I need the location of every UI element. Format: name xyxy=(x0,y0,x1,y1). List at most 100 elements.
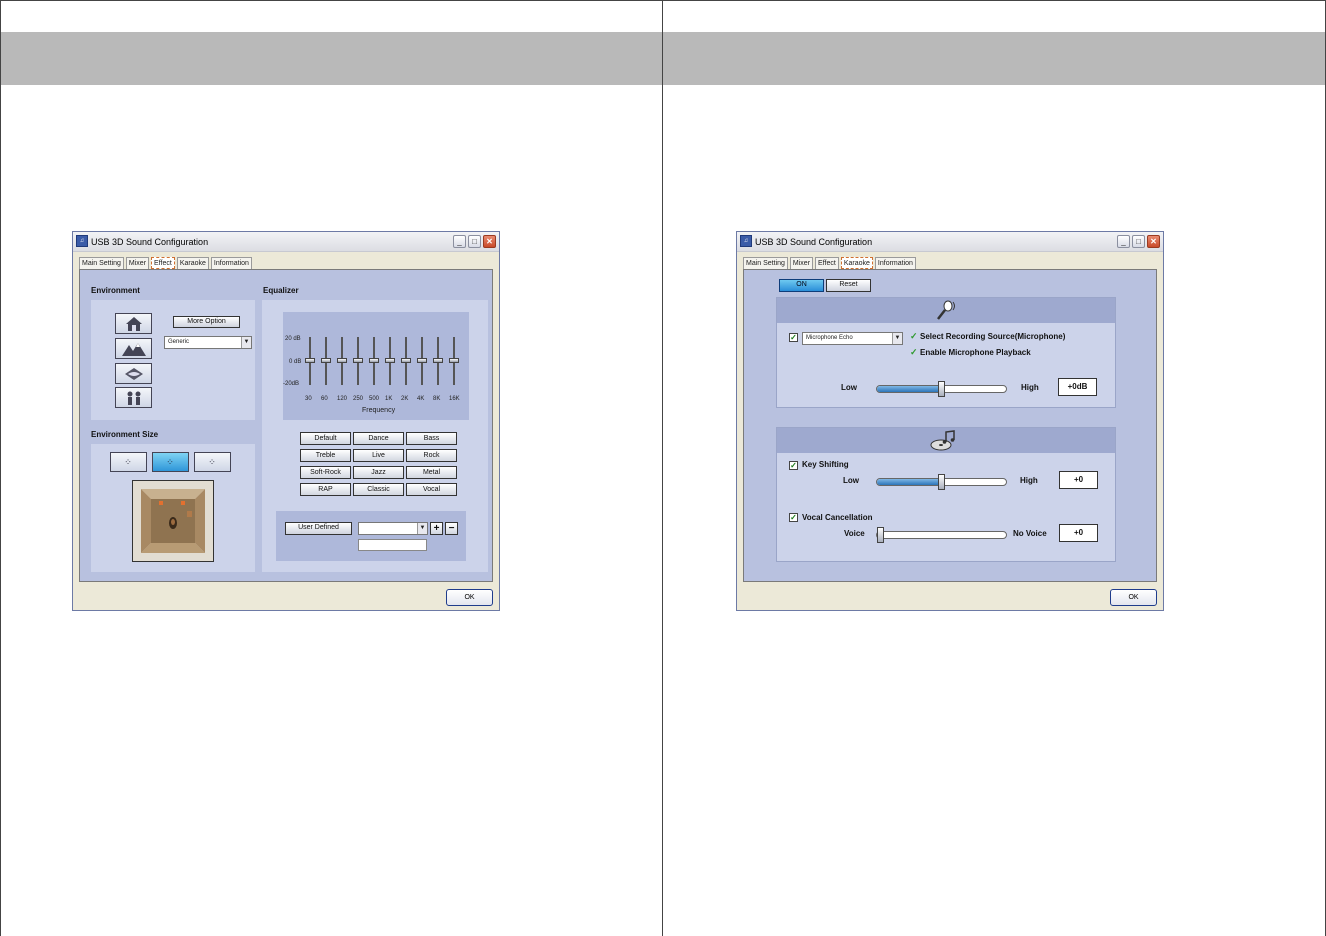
user-preset-select[interactable]: ▼ xyxy=(358,522,428,535)
tab-main-setting[interactable]: Main Setting xyxy=(79,257,124,269)
eq-preset-rap-button[interactable]: RAP xyxy=(300,483,351,496)
room-preview xyxy=(132,480,214,562)
maximize-button[interactable]: □ xyxy=(468,235,481,248)
microphone-echo-select[interactable]: Microphone Echo ▼ xyxy=(802,332,903,345)
eq-slider-4K[interactable] xyxy=(417,358,427,363)
left-page: ♫ USB 3D Sound Configuration _ □ ✕ Main … xyxy=(0,0,663,936)
equalizer-panel: 20 dB 0 dB -20dB 30 60 120 250 500 1K 2K 4K 8K 16… xyxy=(262,300,488,572)
user-defined-button[interactable]: User Defined xyxy=(285,522,352,535)
eq-slider-1K[interactable] xyxy=(385,358,395,363)
eq-preset-jazz-button[interactable]: Jazz xyxy=(353,466,404,479)
music-cd-icon xyxy=(930,430,955,451)
room-size-large-button[interactable]: ⁘ xyxy=(194,452,231,472)
tab-information[interactable]: Information xyxy=(874,257,916,269)
eq-preset-classic-button[interactable]: Classic xyxy=(353,483,404,496)
minimize-icon: _ xyxy=(1121,237,1126,246)
underwater-icon xyxy=(124,368,143,380)
ok-button[interactable]: OK xyxy=(446,589,493,606)
db-label-mid: 0 dB xyxy=(289,359,302,365)
eq-frequency-label: 250 xyxy=(353,396,364,402)
maximize-button[interactable]: □ xyxy=(1132,235,1145,248)
eq-preset-treble-button[interactable]: Treble xyxy=(300,449,351,462)
arrows-medium-icon: ⁘ xyxy=(166,457,175,467)
eq-preset-metal-button[interactable]: Metal xyxy=(406,466,457,479)
tab-karaoke[interactable]: Karaoke xyxy=(840,257,873,269)
eq-slider-16K[interactable] xyxy=(449,358,459,363)
tab-karaoke[interactable]: Karaoke xyxy=(176,257,209,269)
close-button[interactable]: ✕ xyxy=(483,235,496,248)
eq-preset-bass-button[interactable]: Bass xyxy=(406,432,457,445)
environment-preset-select[interactable]: Generic ▼ xyxy=(164,336,252,349)
eq-preset-default-button[interactable]: Default xyxy=(300,432,351,445)
vocal-cancellation-slider[interactable] xyxy=(876,527,1007,543)
microphone-panel: ✓ Microphone Echo ▼ ✓ Select Recording S… xyxy=(776,297,1116,408)
eq-preset-soft-rock-button[interactable]: Soft-Rock xyxy=(300,466,351,479)
frequency-axis-label: Frequency xyxy=(362,407,396,414)
tab-mixer[interactable]: Mixer xyxy=(789,257,814,269)
title-bar[interactable]: ♫ USB 3D Sound Configuration _ □ ✕ xyxy=(73,232,499,252)
select-recording-source-label: Select Recording Source(Microphone) xyxy=(920,332,1066,341)
eq-frequency-label: 30 xyxy=(305,396,312,402)
eq-preset-live-button[interactable]: Live xyxy=(353,449,404,462)
tab-strip: Main Setting Mixer Effect Karaoke Inform… xyxy=(79,257,254,269)
slider-knob[interactable] xyxy=(938,381,945,397)
minimize-icon: _ xyxy=(457,237,462,246)
minimize-button[interactable]: _ xyxy=(1117,235,1130,248)
chevron-down-icon: ▼ xyxy=(892,333,902,344)
tab-information[interactable]: Information xyxy=(210,257,252,269)
eq-preset-vocal-button[interactable]: Vocal xyxy=(406,483,457,496)
microphone-echo-value: Microphone Echo xyxy=(806,335,853,341)
room-size-small-button[interactable]: ⁘ xyxy=(110,452,147,472)
maximize-icon: □ xyxy=(1136,237,1141,246)
eq-frequency-label: 120 xyxy=(337,396,348,402)
eq-slider-250[interactable] xyxy=(353,358,363,363)
eq-slider-500[interactable] xyxy=(369,358,379,363)
eq-slider-2K[interactable] xyxy=(401,358,411,363)
check-icon: ✓ xyxy=(910,331,918,341)
music-panel: ✓ Key Shifting Low High +0 ✓ Vocal Cance… xyxy=(776,427,1116,562)
karaoke-reset-button[interactable]: Reset xyxy=(826,279,871,292)
more-option-button[interactable]: More Option xyxy=(173,316,240,328)
remove-preset-button[interactable]: − xyxy=(445,522,458,535)
ok-button[interactable]: OK xyxy=(1110,589,1157,606)
add-preset-button[interactable]: + xyxy=(430,522,443,535)
environment-label: Environment xyxy=(91,286,140,295)
key-shifting-checkbox[interactable]: ✓ xyxy=(789,461,798,470)
tab-effect[interactable]: Effect xyxy=(815,257,839,269)
preset-name-input[interactable] xyxy=(358,539,427,551)
key-shifting-slider[interactable] xyxy=(876,474,1007,490)
tab-strip: Main Setting Mixer Effect Karaoke Inform… xyxy=(743,257,918,269)
mic-echo-value-box: +0dB xyxy=(1058,378,1097,396)
environment-mountains-button[interactable] xyxy=(115,338,152,359)
tab-main-setting[interactable]: Main Setting xyxy=(743,257,788,269)
title-bar[interactable]: ♫ USB 3D Sound Configuration _ □ ✕ xyxy=(737,232,1163,252)
vocal-cancellation-checkbox[interactable]: ✓ xyxy=(789,513,798,522)
mic-high-label: High xyxy=(1021,383,1039,392)
eq-preset-dance-button[interactable]: Dance xyxy=(353,432,404,445)
eq-preset-rock-button[interactable]: Rock xyxy=(406,449,457,462)
karaoke-window: ♫ USB 3D Sound Configuration _ □ ✕ Main … xyxy=(736,231,1164,611)
chevron-down-icon: ▼ xyxy=(241,337,251,348)
mic-echo-slider[interactable] xyxy=(876,381,1007,397)
environment-underwater-button[interactable] xyxy=(115,363,152,384)
slider-knob[interactable] xyxy=(877,527,884,543)
eq-slider-8K[interactable] xyxy=(433,358,443,363)
microphone-echo-checkbox[interactable]: ✓ xyxy=(789,333,798,342)
eq-slider-120[interactable] xyxy=(337,358,347,363)
app-icon: ♫ xyxy=(740,235,752,247)
tab-effect[interactable]: Effect xyxy=(151,257,175,269)
environment-size-label: Environment Size xyxy=(91,430,159,439)
environment-people-button[interactable] xyxy=(115,387,152,408)
karaoke-on-button[interactable]: ON xyxy=(779,279,824,292)
maximize-icon: □ xyxy=(472,237,477,246)
environment-house-button[interactable] xyxy=(115,313,152,334)
eq-frequency-label: 8K xyxy=(433,396,441,402)
eq-slider-60[interactable] xyxy=(321,358,331,363)
close-button[interactable]: ✕ xyxy=(1147,235,1160,248)
db-label-bottom: -20dB xyxy=(283,381,300,387)
tab-mixer[interactable]: Mixer xyxy=(125,257,150,269)
slider-knob[interactable] xyxy=(938,474,945,490)
room-size-medium-button[interactable]: ⁘ xyxy=(152,452,189,472)
eq-slider-30[interactable] xyxy=(305,358,315,363)
minimize-button[interactable]: _ xyxy=(453,235,466,248)
